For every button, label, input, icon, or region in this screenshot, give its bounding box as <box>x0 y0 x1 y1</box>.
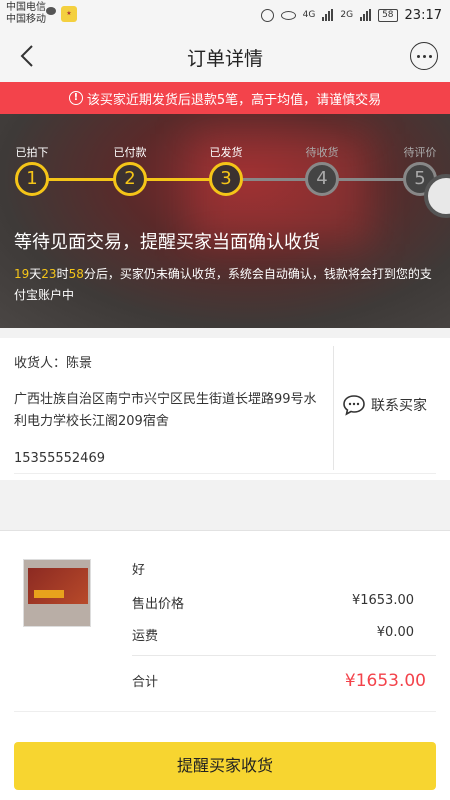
step-circle: 3 <box>209 162 243 196</box>
app-notification-icon: ★ <box>61 6 77 22</box>
battery-icon: 58 <box>378 8 398 22</box>
message-icon <box>46 7 56 15</box>
price-value: ¥1653.00 <box>351 593 414 608</box>
carrier-labels: 中国电信 中国移动 <box>6 2 46 26</box>
vertical-divider <box>333 346 334 470</box>
step-label: 待收货 <box>305 146 339 159</box>
signal-icon-2 <box>360 9 372 21</box>
alarm-icon <box>260 8 274 22</box>
carrier-2: 中国移动 <box>6 14 46 25</box>
shipping-row: 运费 ¥0.00 <box>132 625 414 644</box>
chat-bubble-icon <box>343 395 365 416</box>
total-label: 合计 <box>132 675 159 690</box>
shipping-address-card: 收货人：陈景 广西壮族自治区南宁市兴宁区民生街道长堽路99号水利电力学校长江阁2… <box>0 338 450 480</box>
product-thumbnail[interactable] <box>23 559 91 627</box>
countdown-hours: 23 <box>41 267 57 281</box>
step-circle: 2 <box>113 162 147 196</box>
more-options-button[interactable] <box>410 42 438 70</box>
remind-buyer-button[interactable]: 提醒买家收货 <box>14 742 436 790</box>
step-circle: 4 <box>305 162 339 196</box>
carrier-1: 中国电信 <box>6 2 46 13</box>
bottom-action-bar: 提醒买家收货 <box>0 733 450 800</box>
order-progress-steps: 已拍下 1 已付款 2 已发货 3 待收货 4 待评价 5 <box>0 114 450 204</box>
more-dot-icon <box>422 54 426 58</box>
countdown-days: 19 <box>14 267 30 281</box>
network-type-1: 4G <box>302 10 316 20</box>
risk-warning-banner: ! 该买家近期发货后退款5笔，高于均值，请谨慎交易 <box>0 82 450 114</box>
total-value: ¥1653.00 <box>344 671 426 691</box>
exclamation-icon: ! <box>68 91 83 105</box>
countdown-days-unit: 天 <box>29 267 42 281</box>
receiver-phone: 15355552469 <box>14 451 105 466</box>
step-circle: 1 <box>15 162 49 196</box>
more-dot-icon <box>416 54 420 58</box>
total-row: 合计 ¥1653.00 <box>132 671 426 691</box>
countdown-minutes: 58 <box>68 267 84 281</box>
network-type-2: 2G <box>340 10 354 20</box>
signal-icon-1 <box>322 9 334 21</box>
step-label: 待评价 <box>403 146 437 159</box>
divider <box>132 655 436 656</box>
status-description: 19天23时58分后，买家仍未确认收货，系统会自动确认，钱款将会打到您的支付宝账… <box>14 264 434 306</box>
receiver-address: 广西壮族自治区南宁市兴宁区民生街道长堽路99号水利电力学校长江阁209宿舍 <box>14 392 317 429</box>
clock: 23:17 <box>404 7 442 23</box>
status-title: 等待见面交易，提醒买家当面确认收货 <box>14 232 320 253</box>
contact-buyer-button[interactable]: 联系买家 <box>342 394 427 416</box>
product-card: 好 售出价格 ¥1653.00 运费 ¥0.00 合计 ¥1653.00 <box>0 530 450 740</box>
divider <box>14 473 436 474</box>
shipping-value: ¥0.00 <box>376 625 414 640</box>
step-label: 已发货 <box>209 146 243 159</box>
step-label: 已拍下 <box>15 146 49 159</box>
page-title: 订单详情 <box>186 48 263 70</box>
receiver-name: 收货人：陈景 <box>14 356 93 371</box>
eye-comfort-icon <box>280 10 296 20</box>
status-bar: 中国电信 中国移动 ★ 4G 2G 58 23:17 <box>0 0 450 30</box>
step-label: 已付款 <box>113 146 147 159</box>
contact-buyer-label: 联系买家 <box>371 398 427 414</box>
warning-text: 该买家近期发货后退款5笔，高于均值，请谨慎交易 <box>86 92 382 108</box>
price-row: 售出价格 ¥1653.00 <box>132 593 414 612</box>
order-status-hero: 已拍下 1 已付款 2 已发货 3 待收货 4 待评价 5 等待见面交易，提醒买家当面确认收货 1… <box>0 114 450 328</box>
more-dot-icon <box>428 54 432 58</box>
price-label: 售出价格 <box>132 597 185 612</box>
divider <box>14 711 436 712</box>
product-name: 好 <box>132 563 146 578</box>
nav-bar: 订单详情 <box>0 30 450 82</box>
shipping-label: 运费 <box>132 629 159 644</box>
countdown-hours-unit: 时 <box>56 267 69 281</box>
